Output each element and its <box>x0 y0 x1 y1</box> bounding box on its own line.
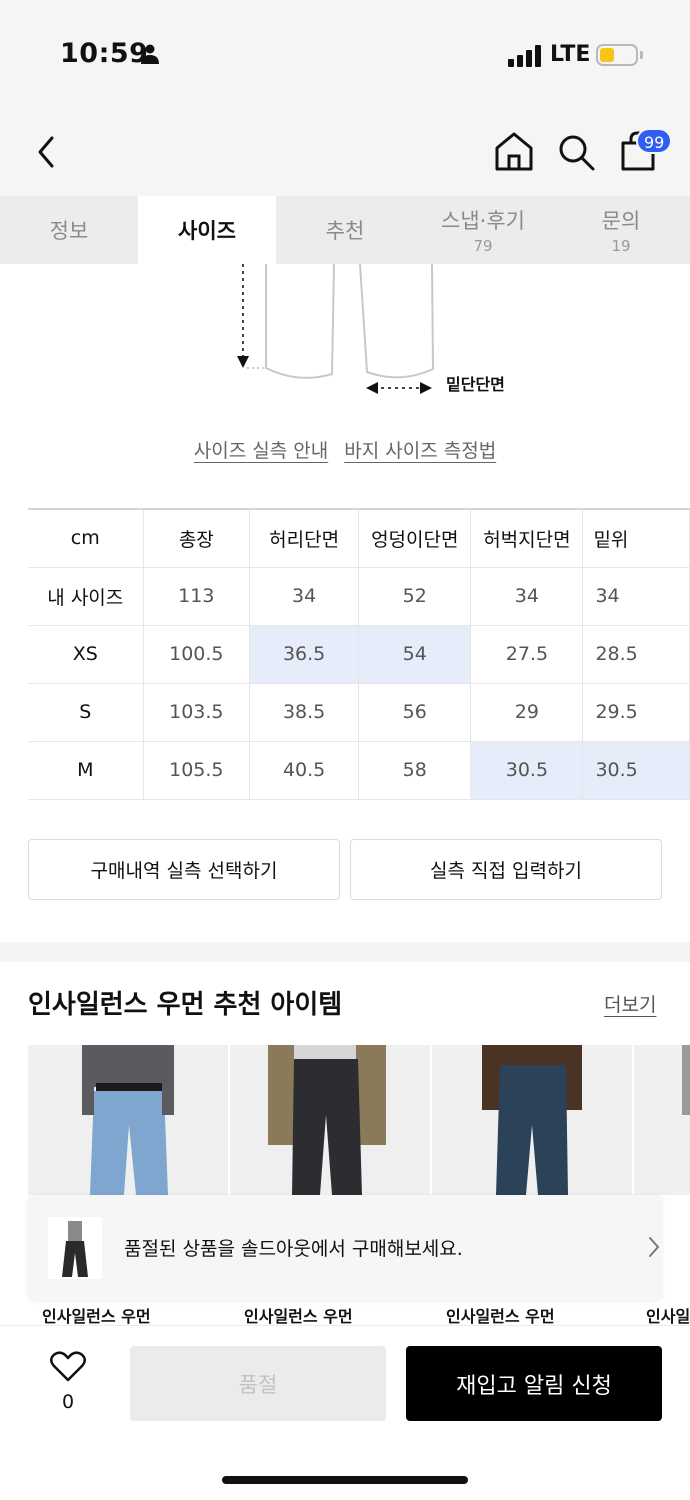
tab-info[interactable]: 정보 <box>0 196 138 264</box>
row-label: XS <box>28 624 144 684</box>
product-brand: 인사일런스 우먼 <box>446 1307 555 1326</box>
product-card-image[interactable] <box>432 1045 632 1195</box>
table-cell: 28.5 <box>582 624 690 684</box>
table-cell: 100.5 <box>142 624 251 684</box>
product-photo <box>482 1045 582 1195</box>
top-nav <box>0 110 690 196</box>
table-cell: 52 <box>358 566 472 626</box>
tab-recommend[interactable]: 추천 <box>276 196 414 264</box>
table-cell: 34 <box>470 566 584 626</box>
size-diagram: 밑단단면 <box>0 264 690 404</box>
table-row[interactable]: S 103.5 38.5 56 29 29.5 <box>28 682 690 742</box>
table-header-cell: 밑위 <box>582 508 690 568</box>
tab-inquiry[interactable]: 문의 19 <box>552 196 690 264</box>
soldout-toast[interactable]: 품절된 상품을 솔드아웃에서 구매해보세요. <box>28 1195 662 1300</box>
pants-illustration <box>237 264 435 394</box>
tab-count: 19 <box>611 237 631 255</box>
soldout-button: 품절 <box>130 1346 386 1421</box>
product-card-image[interactable] <box>634 1045 690 1195</box>
tab-snap-review[interactable]: 스냅·후기 79 <box>414 196 552 264</box>
select-purchase-measurement-button[interactable]: 구매내역 실측 선택하기 <box>28 839 340 900</box>
toast-thumbnail <box>48 1217 102 1279</box>
battery-icon <box>596 44 638 66</box>
signal-icon <box>508 45 542 67</box>
table-cell: 29.5 <box>582 682 690 742</box>
tab-count: 79 <box>473 237 493 255</box>
toast-message: 품절된 상품을 솔드아웃에서 구매해보세요. <box>124 1238 463 1260</box>
table-cell: 58 <box>358 740 472 800</box>
table-header-cell: 허벅지단면 <box>470 508 584 568</box>
size-guide-links: 사이즈 실측 안내 바지 사이즈 측정법 <box>0 436 690 463</box>
tab-bar: 정보 사이즈 추천 스냅·후기 79 문의 19 <box>0 196 690 264</box>
product-photo <box>268 1045 386 1195</box>
table-row[interactable]: M 105.5 40.5 58 30.5 30.5 <box>28 740 690 800</box>
table-cell: 27.5 <box>470 624 584 684</box>
person-icon <box>141 44 159 64</box>
table-header-cell: 엉덩이단면 <box>358 508 472 568</box>
like-button[interactable]: 0 <box>48 1351 88 1413</box>
pants-measure-method-link[interactable]: 바지 사이즈 측정법 <box>344 440 496 462</box>
product-brand: 인사일런스 우먼 <box>646 1307 690 1326</box>
table-cell: 56 <box>358 682 472 742</box>
table-header-row: cm 총장 허리단면 엉덩이단면 허벅지단면 밑위 <box>28 508 690 568</box>
product-photo <box>682 1045 690 1115</box>
heart-icon <box>50 1351 86 1382</box>
product-card-image[interactable] <box>28 1045 228 1195</box>
chevron-right-icon <box>649 1237 660 1257</box>
table-cell-highlighted: 30.5 <box>582 740 690 800</box>
recommend-section-title: 인사일런스 우먼 추천 아이템 <box>28 990 343 1020</box>
section-divider <box>0 942 690 962</box>
table-row: 내 사이즈 113 34 52 34 34 <box>28 566 690 626</box>
cart-badge: 99 <box>636 128 673 154</box>
table-cell-highlighted: 30.5 <box>470 740 584 800</box>
table-cell-highlighted: 36.5 <box>249 624 360 684</box>
tab-size[interactable]: 사이즈 <box>138 196 276 264</box>
home-indicator <box>222 1476 468 1484</box>
restock-alert-button[interactable]: 재입고 알림 신청 <box>406 1346 662 1421</box>
bottom-action-bar: 0 품절 재입고 알림 신청 <box>0 1325 690 1500</box>
product-card-image[interactable] <box>230 1045 430 1195</box>
status-bar: 10:59 LTE <box>0 0 690 110</box>
table-header-cell: 총장 <box>142 508 251 568</box>
table-row[interactable]: XS 100.5 36.5 54 27.5 28.5 <box>28 624 690 684</box>
diagram-label: 밑단단면 <box>446 375 505 394</box>
row-label: M <box>28 740 144 800</box>
table-cell-highlighted: 54 <box>358 624 472 684</box>
more-link[interactable]: 더보기 <box>604 990 656 1017</box>
table-cell: 29 <box>470 682 584 742</box>
status-time: 10:59 <box>60 38 149 69</box>
table-cell: 113 <box>142 566 251 626</box>
back-icon[interactable] <box>32 134 62 170</box>
table-header-cell: cm <box>28 508 144 568</box>
product-brand: 인사일런스 우먼 <box>42 1307 151 1326</box>
size-measure-guide-link[interactable]: 사이즈 실측 안내 <box>194 440 328 462</box>
product-brand: 인사일런스 우먼 <box>244 1307 353 1326</box>
table-cell: 103.5 <box>142 682 251 742</box>
table-cell: 40.5 <box>249 740 360 800</box>
direct-input-measurement-button[interactable]: 실측 직접 입력하기 <box>350 839 662 900</box>
table-cell: 34 <box>249 566 360 626</box>
table-cell: 38.5 <box>249 682 360 742</box>
table-cell: 34 <box>582 566 690 626</box>
table-header-cell: 허리단면 <box>249 508 360 568</box>
search-icon[interactable] <box>556 132 596 172</box>
row-label: 내 사이즈 <box>28 566 144 626</box>
like-count: 0 <box>61 1391 75 1413</box>
product-photo <box>82 1045 174 1195</box>
table-cell: 105.5 <box>142 740 251 800</box>
size-table: cm 총장 허리단면 엉덩이단면 허벅지단면 밑위 내 사이즈 113 34 5… <box>28 508 690 800</box>
network-label: LTE <box>550 42 591 67</box>
home-icon[interactable] <box>494 130 534 172</box>
row-label: S <box>28 682 144 742</box>
